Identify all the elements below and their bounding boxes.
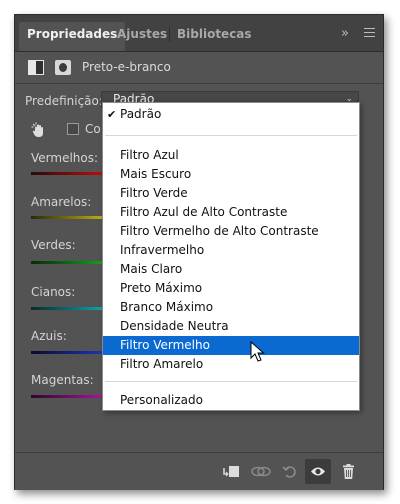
dropdown-item[interactable]: Densidade Neutra — [103, 317, 359, 336]
mouse-pointer-icon — [250, 341, 265, 362]
targeted-adjustment-hand-icon[interactable] — [31, 122, 47, 138]
tab-libraries[interactable]: Bibliotecas — [177, 22, 252, 51]
dropdown-item[interactable]: Infravermelho — [103, 241, 359, 260]
panel-tab-bar: Propriedades Ajustes Bibliotecas » — [15, 15, 383, 52]
slider-label-reds: Vermelhos: — [31, 151, 99, 165]
dropdown-item[interactable]: Branco Máximo — [103, 298, 359, 317]
view-previous-state-icon[interactable] — [251, 463, 271, 480]
trash-icon[interactable] — [340, 463, 357, 480]
panel-footer — [15, 452, 383, 490]
reset-icon[interactable] — [282, 463, 299, 480]
auto-label: Co — [85, 122, 101, 136]
slider-label-yellows: Amarelos: — [31, 195, 92, 209]
visibility-toggle-button[interactable] — [305, 459, 331, 484]
slider-label-blues: Azuis: — [31, 329, 67, 343]
dropdown-separator — [105, 135, 357, 136]
panel-menu-icon[interactable] — [364, 28, 375, 38]
adjustment-header: Preto-e-branco — [15, 52, 383, 84]
dropdown-item[interactable]: Filtro Verde — [103, 184, 359, 203]
tab-overflow-chevron-icon[interactable]: » — [341, 26, 349, 41]
dropdown-item[interactable]: Mais Claro — [103, 260, 359, 279]
clip-to-layer-icon[interactable] — [223, 463, 240, 480]
dropdown-item[interactable]: Filtro Azul — [103, 146, 359, 165]
dropdown-item[interactable]: Filtro Vermelho de Alto Contraste — [103, 222, 359, 241]
preset-label: Predefinição: — [25, 94, 103, 108]
visibility-eye-icon — [311, 467, 325, 476]
slider-label-greens: Verdes: — [31, 238, 76, 252]
dropdown-item[interactable]: Preto Máximo — [103, 279, 359, 298]
adjustment-title: Preto-e-branco — [82, 60, 171, 74]
slider-label-magentas: Magentas: — [31, 373, 94, 387]
dropdown-item-selected[interactable]: Filtro Vermelho — [103, 336, 359, 355]
adjustment-layer-icon[interactable] — [28, 60, 44, 75]
auto-checkbox[interactable] — [67, 123, 79, 135]
dropdown-item-label: Padrão — [120, 107, 162, 121]
dropdown-item[interactable]: Mais Escuro — [103, 165, 359, 184]
checkmark-icon: ✔ — [107, 108, 117, 121]
dropdown-separator — [105, 381, 357, 382]
tab-properties[interactable]: Propriedades — [19, 22, 126, 51]
tab-adjustments[interactable]: Ajustes — [117, 22, 167, 51]
dropdown-item[interactable]: Filtro Amarelo — [103, 355, 359, 374]
dropdown-item[interactable]: Filtro Azul de Alto Contraste — [103, 203, 359, 222]
dropdown-item-default[interactable]: ✔ Padrão — [103, 105, 359, 124]
mask-icon[interactable] — [55, 60, 71, 75]
slider-label-cyans: Cianos: — [31, 285, 76, 299]
tab-divider — [169, 27, 170, 42]
preset-dropdown-menu: ✔ Padrão Filtro Azul Mais Escuro Filtro … — [102, 102, 360, 411]
dropdown-item-custom[interactable]: Personalizado — [103, 391, 359, 410]
